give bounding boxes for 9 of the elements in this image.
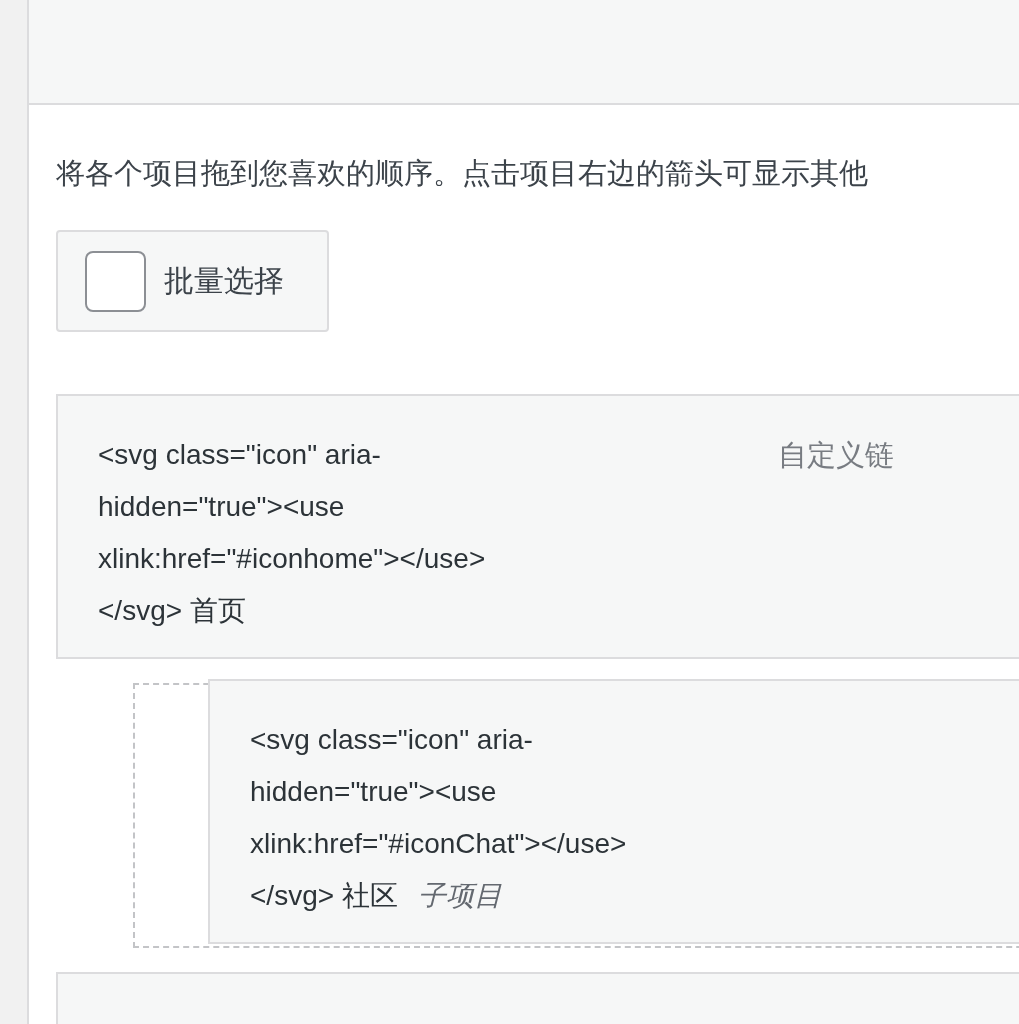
- sub-item-label: 子项目: [417, 880, 502, 911]
- menu-item-title: <svg class="icon" aria-hidden="true"><use xlink:href="#iconChat"></use></svg> 社区 子项目: [250, 723, 628, 913]
- menu-item[interactable]: <svg class="icon" aria-hidden="true"><use xlink:href="#iconChat"></use></svg> 社区 子项目: [208, 679, 1019, 944]
- item-type-label: 自定义链: [778, 438, 894, 473]
- checkbox[interactable]: [85, 250, 146, 312]
- menu-item-title: <svg class="icon" aria-hidden="true"><use xlink:href="#iconhome"></use></svg> 首页: [98, 438, 487, 628]
- bulk-select-button[interactable]: 批量选择: [56, 230, 329, 332]
- menu-item[interactable]: <svg class="icon" aria-hidden="true"><use xlink:href="#iconhome"></use></svg> 首页 自定义链: [56, 394, 1019, 659]
- instructions-text: 将各个项目拖到您喜欢的顺序。点击项目右边的箭头可显示其他: [56, 156, 869, 191]
